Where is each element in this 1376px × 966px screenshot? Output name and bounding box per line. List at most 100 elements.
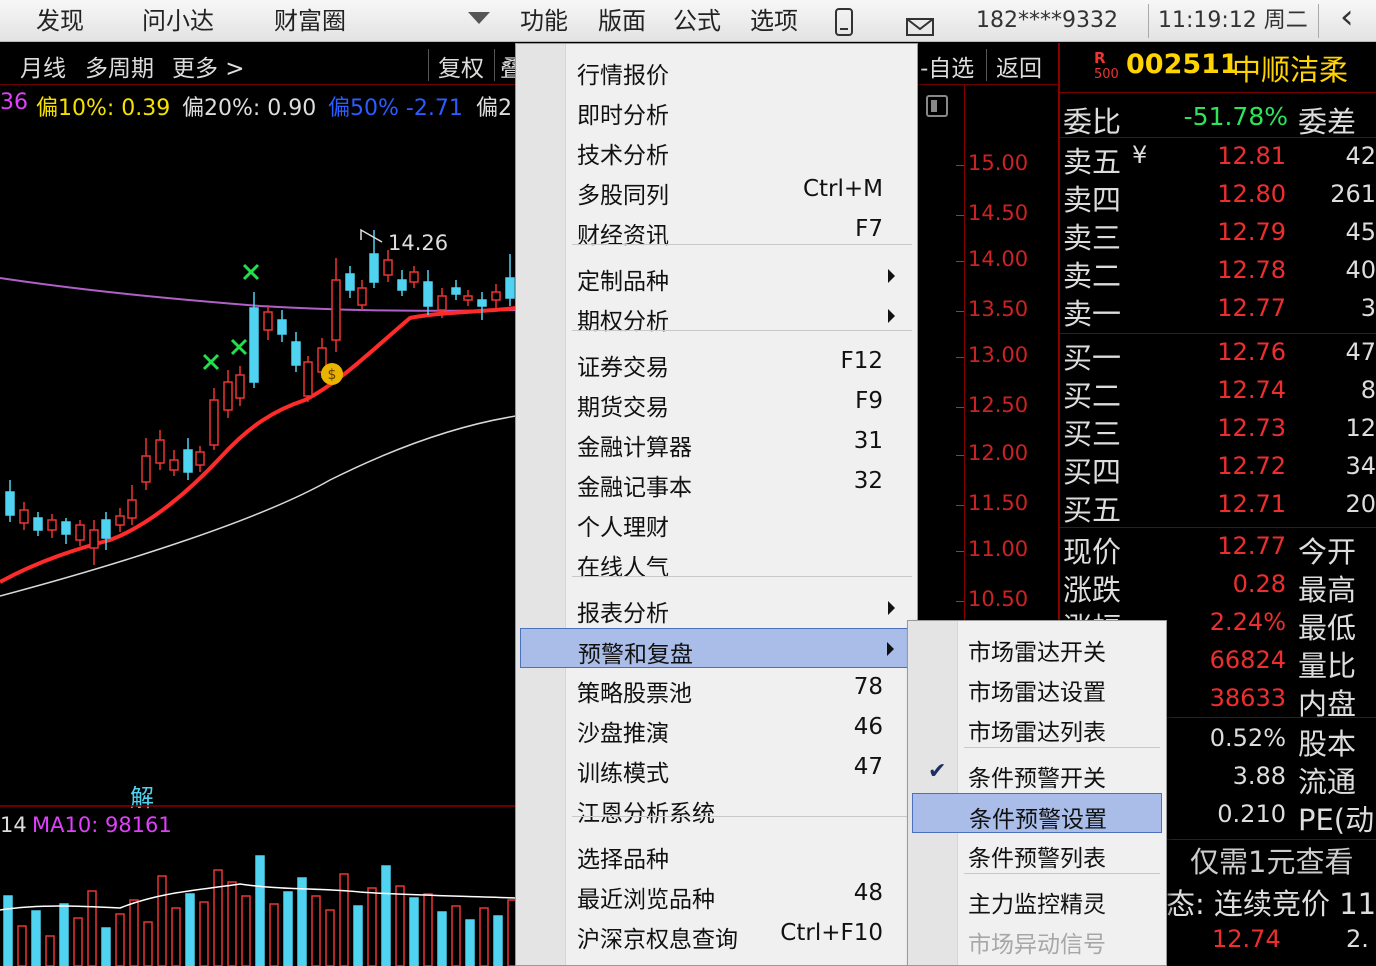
divider: [494, 49, 495, 81]
menu-wealth-circle[interactable]: 财富圈: [274, 2, 346, 40]
divider: [1060, 527, 1376, 528]
menu-item-securities-trading[interactable]: 证券交易 F12: [520, 342, 913, 382]
price-tick: 13.50: [968, 297, 1029, 321]
row-volume: 40: [1345, 256, 1376, 284]
index-badge: 500: [1094, 67, 1119, 82]
menu-layout[interactable]: 版面: [598, 2, 646, 40]
stat-row[interactable]: 涨跌 0.28 最高: [1060, 567, 1376, 607]
row-price: 12.76: [1217, 338, 1286, 366]
submenu-item-radar-toggle[interactable]: 市场雷达开关: [912, 627, 1162, 667]
buy-level[interactable]: 买四 12.72 34: [1060, 449, 1376, 489]
candle-body: [115, 515, 125, 526]
submenu-item-radar-list[interactable]: 市场雷达列表: [912, 707, 1162, 747]
row-right-label: 量比: [1298, 649, 1357, 683]
promo-text[interactable]: 仅需1元查看: [1190, 839, 1353, 881]
menu-discover[interactable]: 发现: [36, 2, 84, 40]
indicator-dev50: 偏50% -2.71: [328, 96, 463, 120]
row-price: 12.81: [1217, 142, 1286, 170]
buy-level[interactable]: 买二 12.74 8: [1060, 373, 1376, 413]
menu-item-technical-analysis[interactable]: 技术分析: [520, 130, 913, 170]
row-label: 卖二: [1063, 259, 1122, 293]
stock-name[interactable]: 中顺洁柔: [1232, 47, 1348, 89]
panel-toggle-icon[interactable]: [926, 95, 948, 117]
high-price-label: 14.26: [388, 231, 448, 255]
sell-level[interactable]: 卖一 12.77 3: [1060, 291, 1376, 331]
menu-separator: [572, 244, 912, 245]
watchlist-button[interactable]: -自选: [920, 49, 974, 83]
submenu-separator: [964, 873, 1160, 874]
row-volume: 34: [1345, 452, 1376, 480]
bottom-right-value: 2.: [1346, 925, 1369, 953]
submenu-arrow-icon: [887, 642, 894, 656]
back-arrow-icon[interactable]: ‹: [1340, 0, 1354, 36]
menu-item-futures-trading[interactable]: 期货交易 F9: [520, 382, 913, 422]
adjust-button[interactable]: 复权: [438, 49, 484, 83]
buy-level[interactable]: 买三 12.73 12: [1060, 411, 1376, 451]
chart-toolbar: 月线 多周期 更多 > 复权 叠: [0, 43, 523, 85]
menu-item-label: 报表分析: [577, 601, 669, 627]
volume-bar: [465, 919, 475, 966]
submenu-item-monitor-wizard[interactable]: 主力监控精灵: [912, 879, 1162, 919]
menu-item-training-mode[interactable]: 训练模式 47: [520, 748, 913, 788]
volume-bar: [367, 887, 377, 966]
menu-item-rights-query[interactable]: 沪深京权息查询 Ctrl+F10: [520, 914, 913, 954]
menu-item-recent-varieties[interactable]: 最近浏览品种 48: [520, 874, 913, 914]
submenu-item-radar-settings[interactable]: 市场雷达设置: [912, 667, 1162, 707]
row-right-label: 最低: [1298, 611, 1357, 645]
row-right-label: 流通: [1298, 765, 1357, 799]
chevron-down-icon[interactable]: [468, 12, 490, 24]
indicator-prefix: 36: [0, 90, 28, 115]
phone-icon[interactable]: [834, 8, 854, 46]
buy-level[interactable]: 买一 12.76 47: [1060, 335, 1376, 375]
menu-function[interactable]: 功能: [520, 2, 568, 40]
menu-item-label: 期货交易: [577, 395, 669, 421]
price-tick-mark: [956, 215, 964, 216]
clock: 11:19:12 周二: [1158, 8, 1308, 33]
more-button[interactable]: 更多 >: [172, 49, 245, 83]
candle-body: [195, 451, 205, 466]
kline-chart[interactable]: $ 14.26 解: [0, 120, 516, 966]
menu-formula[interactable]: 公式: [673, 2, 721, 40]
price-tick: 14.00: [968, 247, 1029, 271]
divider: [1060, 333, 1376, 334]
volume-bar: [31, 910, 41, 966]
volume-bar: [311, 895, 321, 966]
menu-item-sand-table[interactable]: 沙盘推演 46: [520, 708, 913, 748]
candle-body: [209, 399, 219, 446]
menu-item-financial-calculator[interactable]: 金融计算器 31: [520, 422, 913, 462]
sell-level[interactable]: 卖五 12.81 42 ¥: [1060, 139, 1376, 179]
multi-period-button[interactable]: 多周期: [85, 49, 154, 83]
menu-ask[interactable]: 问小达: [142, 2, 214, 40]
account-id[interactable]: 182****9332: [976, 2, 1118, 40]
menu-item-alert-and-review[interactable]: 预警和复盘: [520, 628, 913, 668]
candle-body: [47, 519, 57, 531]
candle-body: [291, 341, 301, 366]
divider: [986, 49, 987, 81]
submenu-item-alert-toggle[interactable]: ✔ 条件预警开关: [912, 753, 1162, 793]
sell-level[interactable]: 卖二 12.78 40: [1060, 253, 1376, 293]
menu-options[interactable]: 选项: [750, 2, 798, 40]
stock-code[interactable]: 002511: [1126, 49, 1239, 80]
sell-level[interactable]: 卖四 12.80 261: [1060, 177, 1376, 217]
menu-item-personal-finance[interactable]: 个人理财: [520, 502, 913, 542]
menu-item-instant-analysis[interactable]: 即时分析: [520, 90, 913, 130]
menu-item-report-analysis[interactable]: 报表分析: [520, 588, 913, 628]
return-button[interactable]: 返回: [996, 49, 1042, 83]
submenu-item-alert-list[interactable]: 条件预警列表: [912, 833, 1162, 873]
monthly-button[interactable]: 月线: [20, 49, 66, 83]
row-label: 涨跌: [1063, 573, 1122, 607]
menu-item-custom-variety[interactable]: 定制品种: [520, 256, 913, 296]
menu-item-quote[interactable]: 行情报价: [520, 50, 913, 90]
menu-item-financial-notebook[interactable]: 金融记事本 32: [520, 462, 913, 502]
submenu-item-alert-settings[interactable]: 条件预警设置: [912, 793, 1162, 833]
menu-item-strategy-pool[interactable]: 策略股票池 78: [520, 668, 913, 708]
sell-level[interactable]: 卖三 12.79 45: [1060, 215, 1376, 255]
buy-level[interactable]: 买五 12.71 20: [1060, 487, 1376, 527]
menu-item-select-variety[interactable]: 选择品种: [520, 834, 913, 874]
menu-item-gann-analysis[interactable]: 江恩分析系统: [520, 788, 913, 828]
menu-item-multi-stock[interactable]: 多股同列 Ctrl+M: [520, 170, 913, 210]
candle-body: [223, 381, 233, 411]
stat-row[interactable]: 现价 12.77 今开: [1060, 529, 1376, 569]
row-price: 0.52%: [1209, 724, 1286, 752]
menu-item-shortcut: 46: [853, 714, 883, 740]
